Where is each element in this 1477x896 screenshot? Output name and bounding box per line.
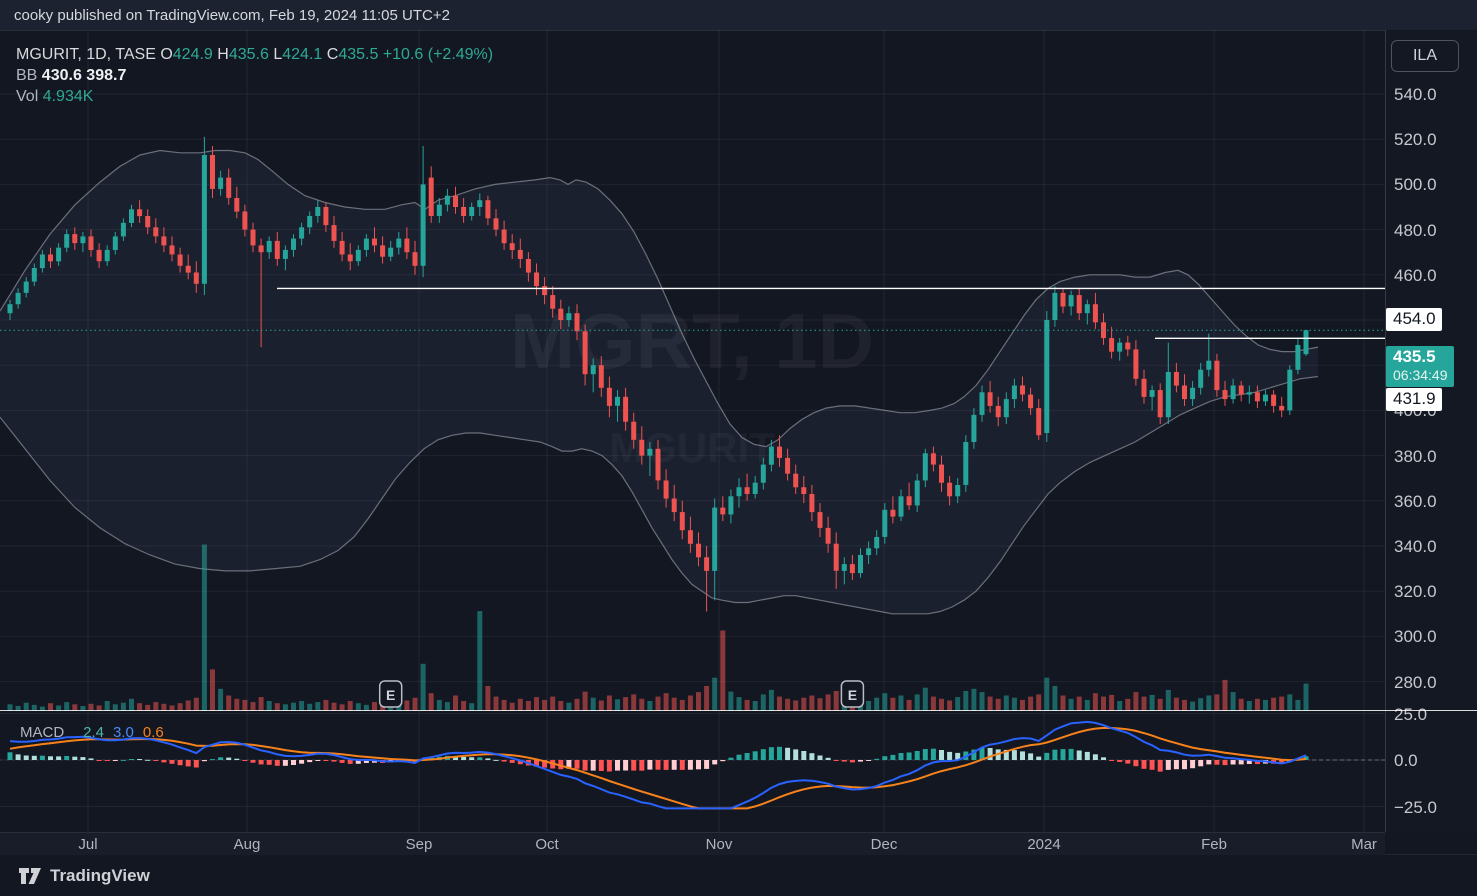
time-axis-label[interactable]: 2024 bbox=[1027, 836, 1060, 853]
price-axis-label: 500.0 bbox=[1394, 175, 1437, 194]
chart-canvas[interactable]: MGRT, 1D MGURIT E E MGURIT, 1D, TASE O424.9… bbox=[0, 30, 1385, 832]
price-chart-svg[interactable]: MGRT, 1DMGURITE E bbox=[0, 30, 1385, 832]
svg-text:MGRT, 1D: MGRT, 1D bbox=[510, 297, 874, 385]
time-axis-label[interactable]: Dec bbox=[871, 836, 898, 853]
high-label: H bbox=[217, 46, 229, 63]
published-header: cooky published on TradingView.com, Feb … bbox=[0, 0, 1477, 31]
macd-line-value: 3.0 bbox=[113, 724, 134, 741]
tradingview-logo-icon[interactable] bbox=[18, 865, 42, 887]
price-line-label-431: 431.9 bbox=[1386, 388, 1442, 411]
footer-bar: TradingView bbox=[0, 854, 1477, 896]
pane-separator[interactable] bbox=[0, 710, 1477, 711]
symbol-title: MGURIT, 1D, TASE bbox=[16, 46, 156, 63]
price-axis-label: 280.0 bbox=[1394, 673, 1437, 692]
high-value: 435.6 bbox=[228, 46, 269, 63]
open-value: 424.9 bbox=[172, 46, 213, 63]
macd-signal-value: 0.6 bbox=[142, 724, 164, 741]
svg-text:E: E bbox=[848, 687, 857, 703]
price-axis-label: 520.0 bbox=[1394, 130, 1437, 149]
bb-upper-value: 430.6 bbox=[41, 67, 82, 84]
price-axis-label: 340.0 bbox=[1394, 537, 1437, 556]
price-axis[interactable]: ILA 540.0520.0500.0480.0460.0440.0420.04… bbox=[1385, 30, 1477, 832]
tradingview-published-chart: cooky published on TradingView.com, Feb … bbox=[0, 0, 1477, 896]
change-value: +10.6 (+2.49%) bbox=[382, 46, 494, 63]
macd-axis-label: 0.0 bbox=[1394, 751, 1418, 770]
price-axis-label: 540.0 bbox=[1394, 85, 1437, 104]
macd-axis-label: −25.0 bbox=[1394, 798, 1438, 817]
volume-value: 4.934K bbox=[42, 88, 94, 105]
last-price-label: 435.5 06:34:49 bbox=[1386, 346, 1454, 387]
close-label: C bbox=[326, 46, 339, 63]
price-axis-label: 360.0 bbox=[1394, 492, 1437, 511]
legend-row-bb: BB 430.6 398.7 bbox=[16, 65, 493, 86]
price-axis-label: 380.0 bbox=[1394, 447, 1437, 466]
legend-row-symbol: MGURIT, 1D, TASE O424.9 H435.6 L424.1 C4… bbox=[16, 44, 493, 65]
time-axis-label[interactable]: Feb bbox=[1201, 836, 1227, 853]
time-axis-label[interactable]: Sep bbox=[406, 836, 433, 853]
price-axis-label: 300.0 bbox=[1394, 627, 1437, 646]
macd-label: MACD bbox=[20, 724, 65, 741]
low-value: 424.1 bbox=[282, 46, 323, 63]
svg-text:E: E bbox=[386, 687, 395, 703]
time-axis-label[interactable]: Nov bbox=[706, 836, 733, 853]
last-price-value: 435.5 bbox=[1393, 347, 1436, 366]
macd-hist-value: 2.4 bbox=[83, 724, 105, 741]
price-axis-label: 460.0 bbox=[1394, 266, 1437, 285]
open-label: O bbox=[160, 46, 173, 63]
tradingview-wordmark[interactable]: TradingView bbox=[50, 866, 150, 886]
macd-axis-label: 25.0 bbox=[1394, 705, 1428, 724]
time-axis-label[interactable]: Jul bbox=[78, 836, 97, 853]
published-text: cooky published on TradingView.com, Feb … bbox=[14, 6, 450, 24]
macd-legend[interactable]: MACD 2.4 3.0 0.6 bbox=[20, 724, 173, 741]
symbol-legend[interactable]: MGURIT, 1D, TASE O424.9 H435.6 L424.1 C4… bbox=[16, 44, 493, 107]
countdown-timer: 06:34:49 bbox=[1393, 367, 1448, 383]
price-axis-label: 320.0 bbox=[1394, 582, 1437, 601]
volume-label: Vol bbox=[16, 88, 39, 105]
close-value: 435.5 bbox=[338, 46, 379, 63]
time-axis-label[interactable]: Mar bbox=[1351, 836, 1377, 853]
legend-row-volume: Vol 4.934K bbox=[16, 86, 493, 107]
currency-button[interactable]: ILA bbox=[1391, 40, 1459, 72]
price-line-label-454: 454.0 bbox=[1386, 308, 1442, 331]
bb-lower-value: 398.7 bbox=[86, 67, 127, 84]
price-axis-label: 480.0 bbox=[1394, 221, 1437, 240]
time-axis[interactable]: Jul Aug Sep Oct Nov Dec 2024 Feb Mar bbox=[0, 832, 1385, 855]
bb-label: BB bbox=[16, 67, 38, 84]
low-label: L bbox=[273, 46, 283, 63]
time-axis-label[interactable]: Oct bbox=[535, 836, 558, 853]
time-axis-label[interactable]: Aug bbox=[234, 836, 261, 853]
